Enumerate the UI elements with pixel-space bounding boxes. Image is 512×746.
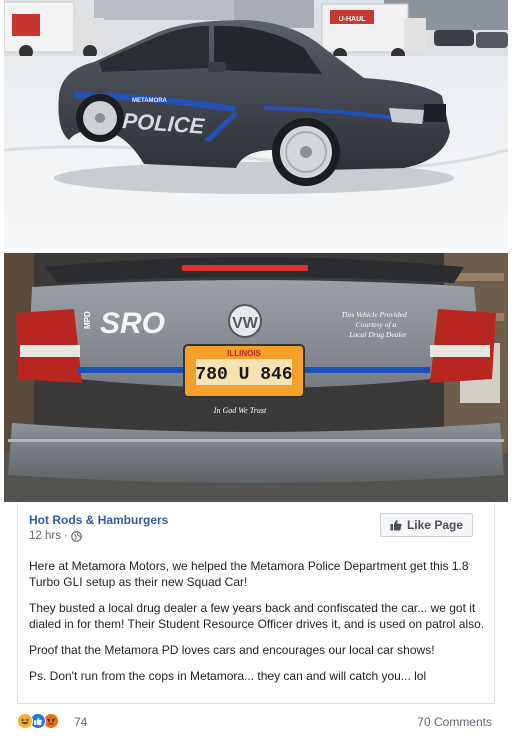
- post-text: Here at Metamora Motors, we helped the M…: [29, 558, 485, 694]
- meta-separator: ·: [63, 530, 68, 542]
- post-photo-rear-view[interactable]: MPD SRO VW This Vehicle Provided Courtes…: [4, 253, 508, 502]
- plate-state: ILLINOIS: [227, 349, 261, 358]
- reaction-icons[interactable]: [17, 713, 59, 729]
- post-card: Hot Rods & Hamburgers 12 hrs · Like Page…: [17, 503, 495, 704]
- reactions-bar: 74 70 Comments: [17, 711, 495, 733]
- page-name-link[interactable]: Hot Rods & Hamburgers: [29, 513, 168, 527]
- globe-icon[interactable]: [70, 530, 82, 542]
- police-car-rear-image: MPD SRO VW This Vehicle Provided Courtes…: [4, 253, 508, 502]
- post-paragraph: They busted a local drug dealer a few ye…: [29, 601, 485, 631]
- post-meta: 12 hrs ·: [29, 530, 82, 542]
- truck-brand-text: U-HAUL: [339, 16, 367, 23]
- post-paragraph: Ps. Don't run from the cops in Metamora.…: [29, 669, 427, 683]
- like-page-button[interactable]: Like Page: [379, 513, 473, 537]
- license-plate: ILLINOIS 780 U 846: [183, 344, 305, 398]
- trunk-badge-prefix: MPD: [83, 311, 92, 329]
- post-paragraph: Here at Metamora Motors, we helped the M…: [29, 559, 469, 589]
- police-car-side-image: U-HAUL METAMORA POLICE: [4, 0, 508, 249]
- bumper-motto: In God We Trust: [213, 406, 267, 415]
- trunk-notice-line-3: Local Drug Dealer: [348, 330, 407, 339]
- trunk-notice-line-1: This Vehicle Provided: [341, 310, 407, 319]
- trunk-badge: SRO: [100, 307, 165, 340]
- like-page-label: Like Page: [406, 518, 463, 532]
- post-paragraph: Proof that the Metamora PD loves cars an…: [29, 643, 435, 657]
- post-timestamp[interactable]: 12 hrs: [29, 530, 61, 542]
- door-text-top: METAMORA: [132, 98, 168, 104]
- svg-text:VW: VW: [232, 315, 259, 332]
- post-photo-side-view[interactable]: U-HAUL METAMORA POLICE: [4, 0, 508, 249]
- haha-icon: [17, 713, 33, 729]
- plate-number: 780 U 846: [195, 365, 292, 385]
- reaction-count[interactable]: 74: [74, 715, 87, 729]
- comments-count-link[interactable]: 70 Comments: [417, 715, 492, 729]
- thumbs-up-icon: [390, 519, 402, 531]
- trunk-notice-line-2: Courtesy of a: [356, 320, 397, 329]
- vw-logo: VW: [228, 304, 262, 338]
